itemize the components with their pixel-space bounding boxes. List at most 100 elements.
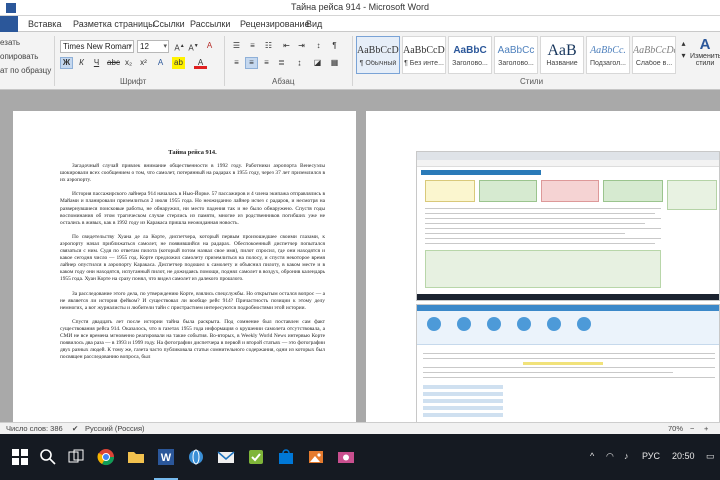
styles-scroll-up-icon[interactable]: ▴ [677,38,690,50]
tab-mailings[interactable]: Рассылки [190,19,230,29]
embedded-screenshot [416,151,720,301]
style-name: Заголово... [452,60,488,67]
style-name: ¶ Обычный [359,60,397,67]
font-color-icon[interactable]: A [194,57,207,69]
word-count[interactable]: Число слов: 386 [6,424,63,433]
style-heading-2[interactable]: AaBbCc Заголово... [494,36,538,74]
page-1[interactable]: Тайна рейса 914. Загадочный случай привл… [13,111,356,422]
title-bar: Тайна рейса 914 - Microsoft Word [0,0,720,16]
tab-insert[interactable]: Вставка [28,19,61,29]
chrome-icon[interactable] [96,447,116,467]
group-separator [352,36,353,86]
volume-icon[interactable]: ♪ [624,451,629,461]
globe-icon[interactable] [186,447,206,467]
start-icon[interactable] [10,447,30,467]
folder-icon[interactable] [126,447,146,467]
mail-icon[interactable] [216,447,236,467]
font-size-combo[interactable]: 12 ▾ [137,40,169,53]
align-left-icon[interactable]: ≡ [230,57,243,69]
format-painter-button[interactable]: ат по образцу [0,66,51,75]
style-preview: AaBbCc [497,45,535,56]
shrink-font-icon[interactable]: A▼ [187,40,200,53]
group-label-styles: Стили [520,77,544,86]
paragraph: Спустя двадцать лет после истории тайна … [60,318,325,361]
line-spacing-icon[interactable]: ↨ [293,57,306,69]
multilevel-list-icon[interactable]: ☷ [262,40,275,52]
group-label-paragraph: Абзац [272,77,295,86]
grow-font-icon[interactable]: A▲ [173,40,186,53]
task-view-icon[interactable] [66,447,86,467]
wifi-icon[interactable]: ◠ [606,451,614,462]
status-bar: Число слов: 386 ✔ Русский (Россия) 70% −… [0,422,720,434]
chevron-down-icon: ▾ [163,43,167,50]
increase-indent-icon[interactable]: ⇥ [295,40,308,52]
underline-button[interactable]: Ч [90,57,103,69]
chevron-down-icon: ▾ [128,43,132,50]
bold-button[interactable]: Ж [60,57,73,69]
page-text: Тайна рейса 914. Загадочный случай привл… [60,149,325,368]
italic-button[interactable]: К [75,57,88,69]
sort-icon[interactable]: ↕ [312,40,325,52]
font-size-value: 12 [140,42,149,51]
tab-review[interactable]: Рецензирование [240,19,310,29]
ribbon: езать опировать ат по образцу Times New … [0,32,720,90]
pictures-icon[interactable] [336,447,356,467]
style-normal[interactable]: AaBbCcDc ¶ Обычный [356,36,400,74]
language-indicator[interactable]: РУС [642,451,660,461]
tab-view[interactable]: Вид [306,19,322,29]
align-right-icon[interactable]: ≡ [260,57,273,69]
zoom-in-icon[interactable]: + [704,424,708,433]
superscript-icon[interactable]: x² [137,57,150,69]
search-icon[interactable] [38,447,58,467]
copy-button[interactable]: опировать [0,52,38,61]
tab-references[interactable]: Ссылки [153,19,185,29]
tray-arrow-icon[interactable]: ^ [590,451,594,461]
style-heading-1[interactable]: AaBbC Заголово... [448,36,492,74]
group-separator [54,36,55,86]
tab-file[interactable] [0,16,18,32]
bullets-icon[interactable]: ☰ [230,40,243,52]
photos-icon[interactable] [306,447,326,467]
word-icon[interactable]: W [156,447,176,467]
language-indicator[interactable]: Русский (Россия) [85,424,145,433]
style-subtle-emphasis[interactable]: AaBbCcDc Слабое в... [632,36,676,74]
clock[interactable]: 20:50 [672,451,695,461]
show-marks-icon[interactable]: ¶ [328,40,341,52]
document-area[interactable]: Тайна рейса 914. Загадочный случай привл… [0,90,720,422]
numbering-icon[interactable]: ≡ [246,40,259,52]
tab-page-layout[interactable]: Разметка страницы [73,19,155,29]
highlight-icon[interactable]: ab [172,57,185,69]
style-title[interactable]: AaB Название [540,36,584,74]
app-icon[interactable] [246,447,266,467]
cut-button[interactable]: езать [0,38,20,47]
zoom-out-icon[interactable]: − [690,424,694,433]
subscript-icon[interactable]: x₂ [122,57,135,69]
change-styles-label: Изменить [690,53,720,60]
change-styles-icon: A [699,36,711,53]
font-name-combo[interactable]: Times New Roman ▾ [60,40,134,53]
notification-icon[interactable]: ▭ [706,451,715,462]
paragraph: По свидетельству Хуана де ла Корте, дисп… [60,233,325,283]
zoom-level[interactable]: 70% [668,424,683,433]
ribbon-tabs: Вставка Разметка страницы Ссылки Рассылк… [0,16,720,32]
change-styles-button[interactable]: A Изменить стили [690,36,720,76]
decrease-indent-icon[interactable]: ⇤ [280,40,293,52]
style-name: Слабое в... [635,60,673,67]
strikethrough-button[interactable]: abc [107,57,120,69]
text-effects-icon[interactable]: A [154,57,167,69]
style-name: Подзагол... [589,60,626,67]
page-2[interactable] [366,111,720,422]
style-no-spacing[interactable]: AaBbCcDc ¶ Без инте... [402,36,446,74]
borders-icon[interactable]: ▦ [328,57,341,69]
styles-scroll-down-icon[interactable]: ▾ [677,50,690,62]
proofing-icon[interactable]: ✔ [72,424,78,433]
style-subtitle[interactable]: AaBbCc. Подзагол... [586,36,630,74]
store-icon[interactable] [276,447,296,467]
shading-icon[interactable]: ◪ [311,57,324,69]
style-preview: AaBbCcDc [357,45,399,56]
clear-formatting-icon[interactable]: A [203,40,216,52]
document-title: Тайна рейса 914. [168,149,217,156]
style-name: Название [546,60,578,67]
align-center-icon[interactable]: ≡ [245,57,258,69]
justify-icon[interactable]: ≣ [275,57,288,69]
